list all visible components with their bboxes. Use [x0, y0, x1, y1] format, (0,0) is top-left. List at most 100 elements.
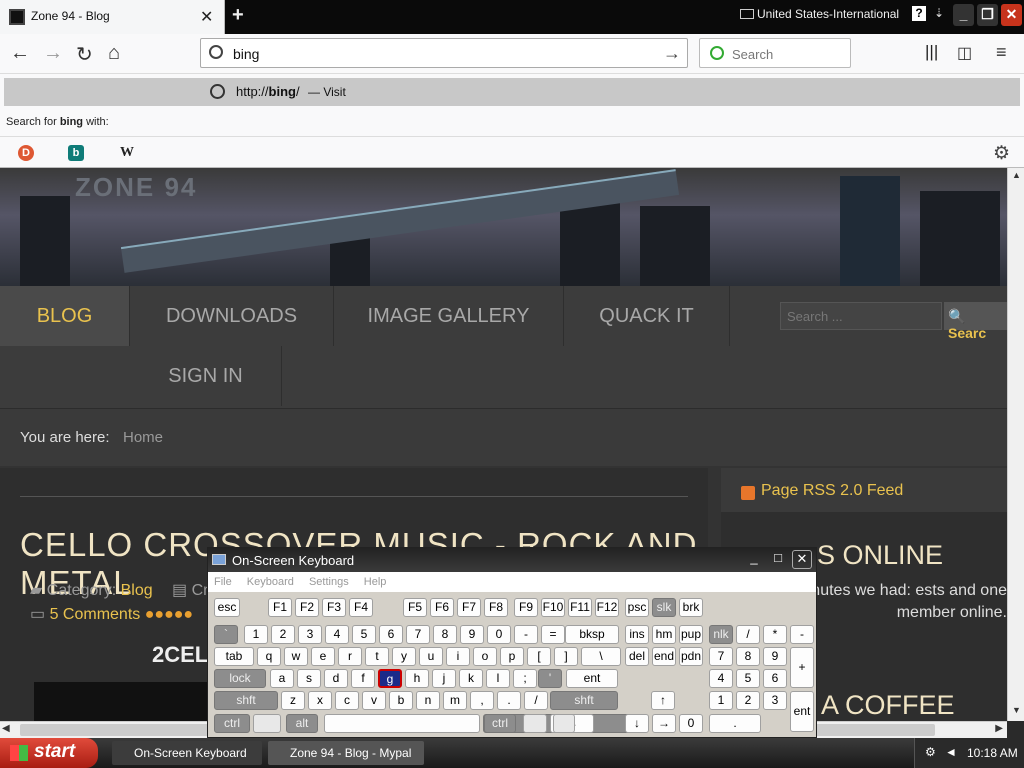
vertical-scrollbar[interactable]: ▲ ▼ [1007, 168, 1024, 721]
osk-key-0-4[interactable]: F4 [349, 598, 373, 617]
osk-key-2-20[interactable]: + [790, 647, 814, 688]
osk-key-1-9[interactable]: 9 [460, 625, 484, 644]
osk-key-4-16[interactable]: ent [790, 691, 814, 732]
osk-key-4-6[interactable]: n [416, 691, 440, 710]
osk-key-2-2[interactable]: w [284, 647, 308, 666]
osk-key-2-13[interactable]: \ [581, 647, 621, 666]
gear-icon[interactable]: ⚙ [993, 142, 1010, 165]
search-bar[interactable]: Search [699, 38, 851, 68]
site-search-input[interactable]: Search ... [780, 302, 942, 330]
osk-key-space[interactable] [324, 714, 480, 733]
osk-key-4-13[interactable]: 1 [709, 691, 733, 710]
task-zone94-blog[interactable]: Zone 94 - Blog - Mypal [268, 741, 424, 765]
close-tab-icon[interactable]: ✕ [200, 7, 213, 27]
osk-key-0-10[interactable]: F10 [541, 598, 565, 617]
osk-key-3-5[interactable]: g [378, 669, 402, 688]
osk-key-0-1[interactable]: F1 [268, 598, 292, 617]
osk-key-windows-right[interactable] [523, 714, 547, 733]
new-tab-icon[interactable]: + [232, 4, 244, 27]
start-button[interactable]: start [0, 738, 98, 768]
osk-key-0-0[interactable]: esc [214, 598, 240, 617]
osk-minimize-icon[interactable]: _ [744, 550, 764, 569]
osk-key-1-12[interactable]: = [541, 625, 565, 644]
osk-key-1-0[interactable]: ` [214, 625, 238, 644]
osk-key-0-13[interactable]: psc [625, 598, 649, 617]
keyboard-locale[interactable]: United States-International [740, 7, 899, 21]
osk-key-1-4[interactable]: 4 [325, 625, 349, 644]
osk-key-4-7[interactable]: m [443, 691, 467, 710]
osk-key-0-14[interactable]: slk [652, 598, 676, 617]
url-input[interactable]: bing [233, 46, 259, 62]
osk-key-1-16[interactable]: pup [679, 625, 703, 644]
osk-key-0-5[interactable]: F5 [403, 598, 427, 617]
task-on-screen-keyboard[interactable]: On-Screen Keyboard [112, 741, 262, 765]
osk-key-0-15[interactable]: brk [679, 598, 703, 617]
osk-key-1-13[interactable]: bksp [565, 625, 619, 644]
osk-menu-keyboard[interactable]: Keyboard [247, 576, 294, 588]
window-close-icon[interactable]: ✕ [1001, 4, 1022, 26]
osk-key-0-12[interactable]: F12 [595, 598, 619, 617]
osk-key-1-2[interactable]: 2 [271, 625, 295, 644]
osk-key-2-8[interactable]: i [446, 647, 470, 666]
osk-key-1-1[interactable]: 1 [244, 625, 268, 644]
osk-key-0-6[interactable]: F6 [430, 598, 454, 617]
osk-key-4-5[interactable]: b [389, 691, 413, 710]
maximize-icon[interactable]: ❐ [977, 4, 998, 26]
home-icon[interactable]: ⌂ [108, 42, 120, 65]
site-search-button[interactable]: 🔍Searc [944, 302, 1007, 341]
osk-key-1-6[interactable]: 6 [379, 625, 403, 644]
tray-network-icon[interactable]: ⚙ [925, 745, 936, 759]
osk-key-4-8[interactable]: , [470, 691, 494, 710]
osk-key-3-10[interactable]: ; [513, 669, 537, 688]
osk-key-2-17[interactable]: 7 [709, 647, 733, 666]
osk-key-1-10[interactable]: 0 [487, 625, 511, 644]
forward-icon[interactable]: → [43, 42, 63, 65]
osk-key-3-4[interactable]: f [351, 669, 375, 688]
osk-key-3-14[interactable]: 5 [736, 669, 760, 688]
osk-menu-file[interactable]: File [214, 576, 232, 588]
osk-key-3-15[interactable]: 6 [763, 669, 787, 688]
menu-icon[interactable]: ≡ [996, 42, 1007, 63]
osk-key-2-9[interactable]: o [473, 647, 497, 666]
menu-item-downloads[interactable]: DOWNLOADS [130, 286, 334, 346]
osk-title-bar[interactable]: On-Screen Keyboard _ □ ✕ [208, 548, 816, 572]
osk-key-4-11[interactable]: shft [550, 691, 618, 710]
duckduckgo-icon[interactable]: D [18, 145, 34, 161]
osk-key-1-5[interactable]: 5 [352, 625, 376, 644]
bing-icon[interactable]: b [68, 145, 84, 161]
minimize-icon[interactable]: _ [953, 4, 974, 26]
osk-key-3-7[interactable]: j [432, 669, 456, 688]
osk-key-5-8[interactable]: . [709, 714, 761, 733]
osk-menu-help[interactable]: Help [364, 576, 387, 588]
tab-zone94[interactable]: Zone 94 - Blog ✕ [0, 0, 225, 34]
sidebar-icon[interactable]: ◫ [957, 43, 972, 63]
osk-key-1-20[interactable]: - [790, 625, 814, 644]
osk-key-2-1[interactable]: q [257, 647, 281, 666]
osk-key-2-3[interactable]: e [311, 647, 335, 666]
osk-key-5-1[interactable]: alt [286, 714, 318, 733]
osk-key-3-6[interactable]: h [405, 669, 429, 688]
osk-key-2-5[interactable]: t [365, 647, 389, 666]
scroll-left-icon[interactable]: ◀ [2, 723, 10, 734]
osk-key-1-15[interactable]: hm [652, 625, 676, 644]
osk-key-1-3[interactable]: 3 [298, 625, 322, 644]
osk-key-1-8[interactable]: 8 [433, 625, 457, 644]
category-link[interactable]: Blog [121, 582, 153, 599]
menu-item-blog[interactable]: BLOG [0, 286, 130, 346]
osk-key-0-2[interactable]: F2 [295, 598, 319, 617]
osk-key-5-6[interactable]: → [652, 714, 676, 733]
osk-key-1-11[interactable]: - [514, 625, 538, 644]
osk-key-4-14[interactable]: 2 [736, 691, 760, 710]
rss-feed-link[interactable]: Page RSS 2.0 Feed [761, 482, 903, 500]
url-suggestion[interactable]: http://bing/ — Visit [4, 78, 1020, 106]
osk-key-1-17[interactable]: nlk [709, 625, 733, 644]
osk-key-3-12[interactable]: ent [566, 669, 618, 688]
osk-key-0-8[interactable]: F8 [484, 598, 508, 617]
options-arrow-icon[interactable]: ⇣ [934, 6, 944, 20]
back-icon[interactable]: ← [10, 42, 30, 65]
osk-key-1-7[interactable]: 7 [406, 625, 430, 644]
breadcrumb-home[interactable]: Home [123, 429, 163, 446]
osk-key-4-4[interactable]: v [362, 691, 386, 710]
osk-key-4-0[interactable]: shft [214, 691, 278, 710]
osk-key-1-19[interactable]: * [763, 625, 787, 644]
